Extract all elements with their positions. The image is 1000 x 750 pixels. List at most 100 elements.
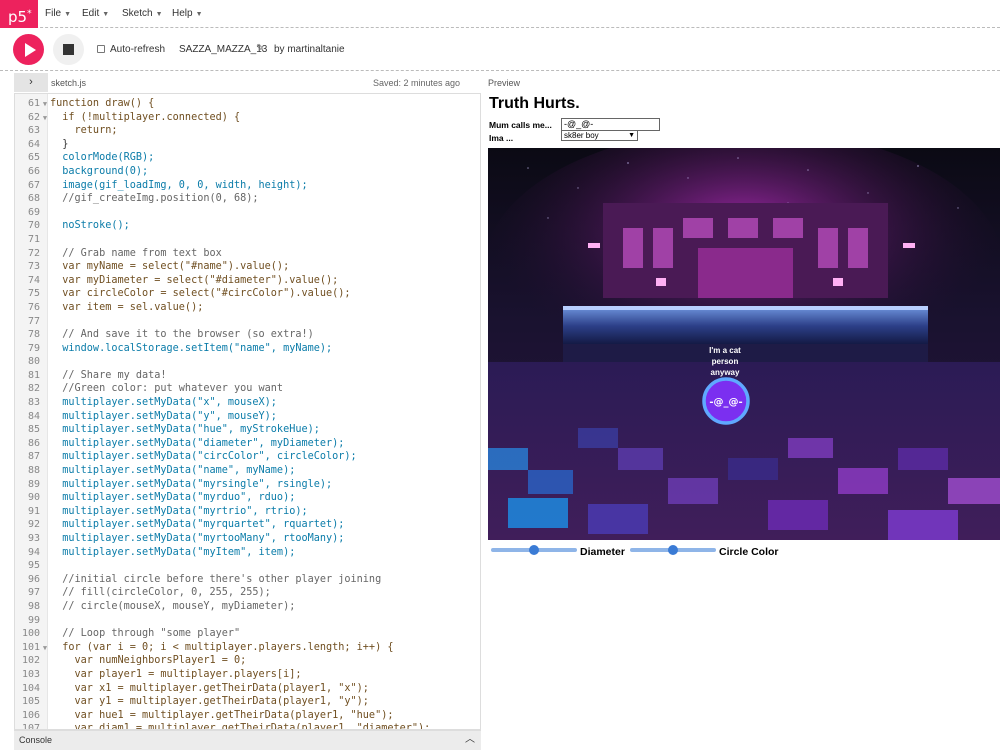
line-number: 85 — [27, 424, 40, 436]
code-line[interactable]: 87 multiplayer.setMyData("circColor", ci… — [15, 450, 480, 464]
pencil-icon[interactable]: ✎ — [256, 43, 264, 54]
file-tab[interactable]: sketch.js — [51, 78, 86, 88]
code-line[interactable]: 71 — [15, 233, 480, 247]
code-line[interactable]: 100 // Loop through "some player" — [15, 627, 480, 641]
code-line[interactable]: 107 var diam1 = multiplayer.getTheirData… — [15, 722, 480, 730]
code-line[interactable]: 105 var y1 = multiplayer.getTheirData(pl… — [15, 695, 480, 709]
code-line[interactable]: 68 //gif_createImg.position(0, 68); — [15, 192, 480, 206]
code-text: multiplayer.setMyData("myrquartet", rqua… — [50, 519, 345, 531]
code-line[interactable]: 69 — [15, 206, 480, 220]
code-line[interactable]: 96 //initial circle before there's other… — [15, 573, 480, 587]
line-number: 107 — [21, 723, 40, 730]
line-number: 95 — [27, 560, 40, 572]
line-number: 92 — [27, 519, 40, 531]
code-line[interactable]: 90 multiplayer.setMyData("myrduo", rduo)… — [15, 491, 480, 505]
item-label: Ima ... — [489, 133, 514, 143]
code-line[interactable]: 73 var myName = select("#name").value(); — [15, 260, 480, 274]
auto-refresh-checkbox[interactable] — [97, 45, 105, 53]
code-line[interactable]: 72 // Grab name from text box — [15, 247, 480, 261]
line-number: 90 — [27, 492, 40, 504]
code-line[interactable]: 98 // circle(mouseX, mouseY, myDiameter)… — [15, 600, 480, 614]
code-line[interactable]: 67 image(gif_loadImg, 0, 0, width, heigh… — [15, 179, 480, 193]
code-text: // Grab name from text box — [50, 247, 222, 259]
code-line[interactable]: 89 multiplayer.setMyData("myrsingle", rs… — [15, 478, 480, 492]
code-line[interactable]: 103 var player1 = multiplayer.players[i]… — [15, 668, 480, 682]
code-text: // And save it to the browser (so extra!… — [50, 329, 314, 341]
saved-status: Saved: 2 minutes ago — [373, 78, 461, 88]
diameter-slider[interactable] — [491, 545, 577, 555]
code-text: var x1 = multiplayer.getTheirData(player… — [50, 682, 369, 694]
code-line[interactable]: 66 background(0); — [15, 165, 480, 179]
code-line[interactable]: 85 multiplayer.setMyData("hue", myStroke… — [15, 423, 480, 437]
line-number: 105 — [21, 696, 40, 708]
fold-icon[interactable]: ▼ — [40, 642, 50, 656]
circle-color-slider[interactable] — [630, 545, 716, 555]
code-line[interactable]: 74 var myDiameter = select("#diameter").… — [15, 274, 480, 288]
code-line[interactable]: 77 — [15, 315, 480, 329]
console-label: Console — [19, 735, 53, 745]
code-line[interactable]: 91 multiplayer.setMyData("myrtrio", rtri… — [15, 505, 480, 519]
chevron-right-icon: › — [29, 76, 33, 88]
menu-edit[interactable]: Edit ▼ — [82, 0, 109, 28]
menu-sketch[interactable]: Sketch ▼ — [122, 0, 163, 28]
code-line[interactable]: 70 noStroke(); — [15, 219, 480, 233]
code-line[interactable]: 86 multiplayer.setMyData("diameter", myD… — [15, 437, 480, 451]
code-editor[interactable]: 61 ▼ function draw() {62 ▼ if (!multiplayer… — [14, 93, 481, 730]
menu-file[interactable]: File ▼ — [45, 0, 71, 28]
line-number: 99 — [27, 614, 40, 626]
code-line[interactable]: 78 // And save it to the browser (so ext… — [15, 328, 480, 342]
sketch-canvas[interactable]: I'm a cat person anyway -@_@- — [488, 148, 1000, 540]
code-line[interactable]: 79 window.localStorage.setItem("name", m… — [15, 342, 480, 356]
line-number: 98 — [27, 600, 40, 612]
code-line[interactable]: 106 var hue1 = multiplayer.getTheirData(… — [15, 709, 480, 723]
name-label: Mum calls me... — [489, 120, 552, 130]
play-button[interactable] — [13, 34, 44, 65]
chevron-up-icon[interactable]: ︿ — [465, 731, 475, 749]
code-line[interactable]: 82 //Green color: put whatever you want — [15, 382, 480, 396]
sketch-name[interactable]: SAZZA_MAZZA_13 — [179, 44, 267, 55]
fold-icon[interactable]: ▼ — [40, 112, 50, 126]
line-number: 75 — [27, 288, 40, 300]
code-line[interactable]: 80 — [15, 355, 480, 369]
console-bar[interactable]: Console ︿ — [14, 730, 481, 750]
code-line[interactable]: 92 multiplayer.setMyData("myrquartet", r… — [15, 518, 480, 532]
code-line[interactable]: 76 var item = sel.value(); — [15, 301, 480, 315]
code-line[interactable]: 101 ▼ for (var i = 0; i < multiplayer.pla… — [15, 641, 480, 655]
speech-line: person — [712, 357, 739, 366]
expand-sidebar-button[interactable]: › — [14, 73, 48, 92]
code-text: var item = sel.value(); — [50, 301, 204, 313]
code-line[interactable]: 104 var x1 = multiplayer.getTheirData(pl… — [15, 682, 480, 696]
code-line[interactable]: 88 multiplayer.setMyData("name", myName)… — [15, 464, 480, 478]
code-line[interactable]: 64 } — [15, 138, 480, 152]
slider-thumb[interactable] — [668, 545, 678, 555]
code-line[interactable]: 75 var circleColor = select("#circColor"… — [15, 287, 480, 301]
code-line[interactable]: 95 — [15, 559, 480, 573]
code-line[interactable]: 81 // Share my data! — [15, 369, 480, 383]
code-line[interactable]: 84 multiplayer.setMyData("y", mouseY); — [15, 410, 480, 424]
speech-line: I'm a cat — [709, 346, 741, 355]
code-text: // Share my data! — [50, 369, 167, 381]
stop-button[interactable] — [53, 34, 84, 65]
code-lines: 61 ▼ function draw() {62 ▼ if (!multiplayer… — [15, 97, 480, 730]
code-line[interactable]: 63 return; — [15, 124, 480, 138]
code-line[interactable]: 83 multiplayer.setMyData("x", mouseX); — [15, 396, 480, 410]
menu-help[interactable]: Help ▼ — [172, 0, 203, 28]
item-select[interactable]: sk8er boy ▼ — [561, 130, 638, 141]
slider-thumb[interactable] — [529, 545, 539, 555]
code-line[interactable]: 102 var numNeighborsPlayer1 = 0; — [15, 654, 480, 668]
diameter-label: Diameter — [580, 546, 625, 558]
code-text: multiplayer.setMyData("x", mouseX); — [50, 397, 277, 409]
code-line[interactable]: 93 multiplayer.setMyData("myrtooMany", r… — [15, 532, 480, 546]
code-text: //Green color: put whatever you want — [50, 383, 284, 395]
speech-line: anyway — [711, 368, 740, 377]
code-line[interactable]: 62 ▼ if (!multiplayer.connected) { — [15, 111, 480, 125]
code-line[interactable]: 61 ▼ function draw() { — [15, 97, 480, 111]
fold-icon[interactable]: ▼ — [40, 98, 50, 112]
line-number: 83 — [27, 397, 40, 409]
code-line[interactable]: 65 colorMode(RGB); — [15, 151, 480, 165]
preview-title: Truth Hurts. — [489, 95, 580, 112]
code-line[interactable]: 99 — [15, 614, 480, 628]
p5-logo[interactable]: p5* — [0, 0, 38, 28]
code-line[interactable]: 97 // fill(circleColor, 0, 255, 255); — [15, 586, 480, 600]
code-line[interactable]: 94 multiplayer.setMyData("myItem", item)… — [15, 546, 480, 560]
